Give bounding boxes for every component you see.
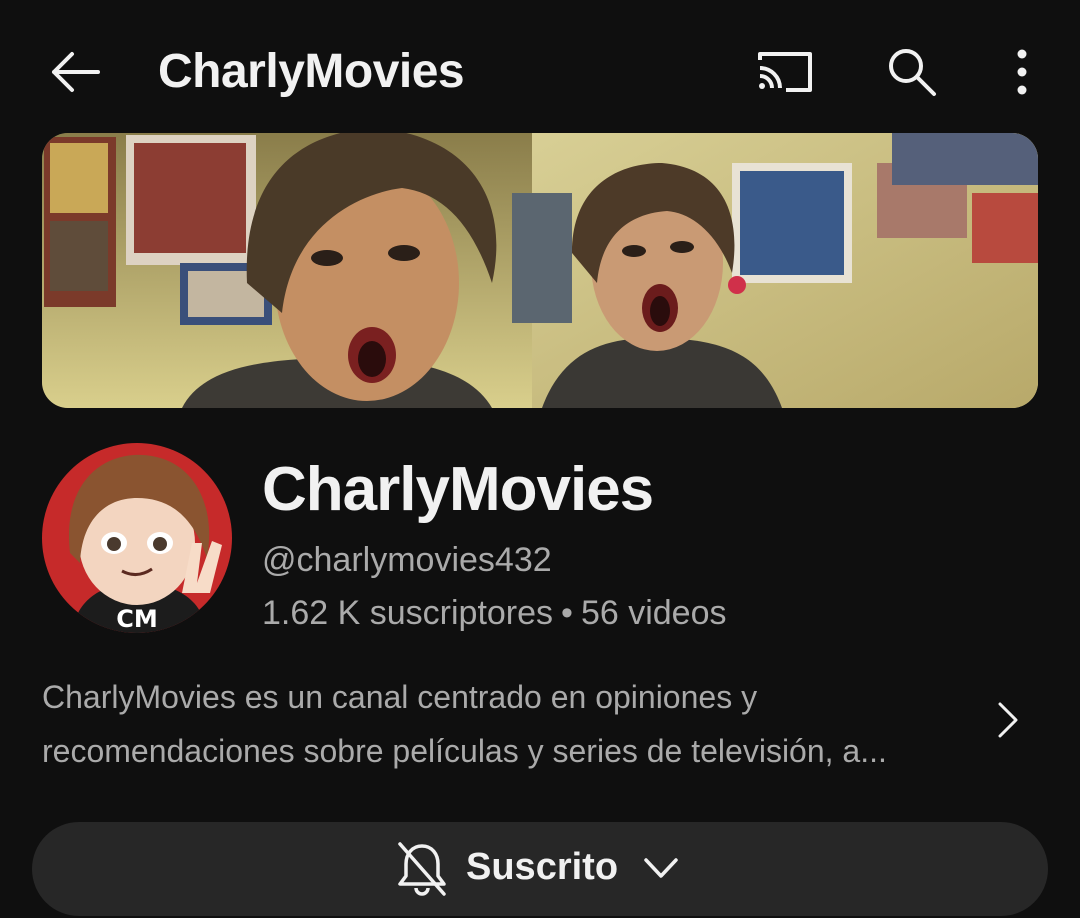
chevron-down-icon <box>640 852 682 886</box>
chevron-right-icon[interactable] <box>990 696 1026 744</box>
top-app-bar: CharlyMovies <box>0 0 1080 140</box>
avatar-initials: CM <box>116 605 158 633</box>
channel-avatar[interactable]: CM <box>42 443 232 633</box>
search-icon[interactable] <box>886 46 938 98</box>
channel-description[interactable]: CharlyMovies es un canal centrado en opi… <box>42 670 972 778</box>
separator-dot: • <box>561 594 573 632</box>
subscribed-label: Suscrito <box>466 846 619 888</box>
notifications-off-icon <box>394 840 450 898</box>
subscribed-button[interactable]: Suscrito <box>32 822 1048 916</box>
more-vert-icon[interactable] <box>1000 46 1044 98</box>
subscriber-count: 1.62 K suscriptores <box>262 594 554 632</box>
video-count: 56 videos <box>580 594 727 632</box>
page-title: CharlyMovies <box>158 45 465 98</box>
cast-icon[interactable] <box>756 48 814 96</box>
back-arrow-icon[interactable] <box>48 48 100 96</box>
channel-stats: 1.62 K suscriptores • 56 videos <box>262 594 726 633</box>
channel-handle: @charlymovies432 <box>262 541 552 579</box>
channel-name: CharlyMovies <box>262 455 654 524</box>
channel-banner <box>42 133 1038 408</box>
